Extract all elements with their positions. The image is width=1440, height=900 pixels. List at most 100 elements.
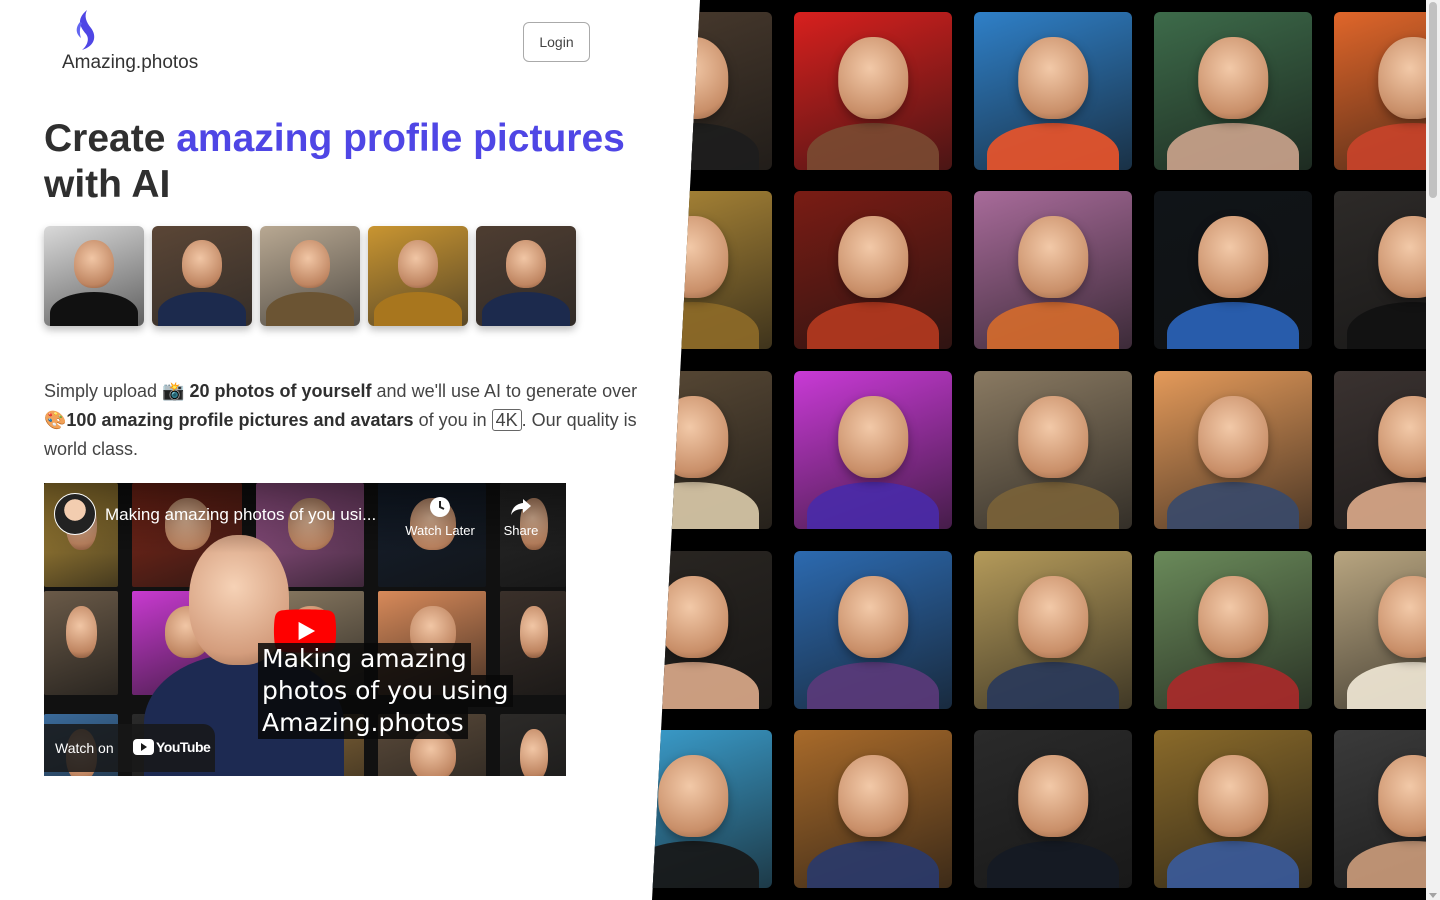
collage-face xyxy=(519,728,548,776)
avatar-body xyxy=(1166,301,1300,349)
thumbnail-body xyxy=(266,292,354,326)
caption-line-3: Amazing.photos xyxy=(258,707,468,739)
gallery-avatar xyxy=(794,730,952,888)
collage-face xyxy=(66,605,98,658)
gallery-avatar xyxy=(1154,551,1312,709)
avatar-body xyxy=(652,840,760,888)
gallery-avatar xyxy=(974,371,1132,529)
avatar-face xyxy=(1198,396,1268,479)
thumbnail-golden-warrior-portrait xyxy=(368,226,468,326)
gallery-avatar xyxy=(652,730,772,888)
gallery-avatar xyxy=(1154,371,1312,529)
avatar-body xyxy=(1166,481,1300,529)
gallery-avatar xyxy=(1334,12,1426,170)
thumbnail-military-portrait xyxy=(260,226,360,326)
avatar-body xyxy=(986,301,1120,349)
thumbnail-body xyxy=(158,292,246,326)
avatar-body xyxy=(806,481,940,529)
avatar-face xyxy=(1018,37,1088,120)
gallery-avatar xyxy=(1154,12,1312,170)
video-collage-tile xyxy=(44,591,118,695)
avatar-body xyxy=(1166,122,1300,170)
gallery-avatar xyxy=(794,551,952,709)
thumbnail-navy-uniform-portrait xyxy=(152,226,252,326)
avatar-body xyxy=(652,481,760,529)
share-label: Share xyxy=(503,523,539,538)
avatar-face xyxy=(1198,755,1268,838)
share-arrow-icon xyxy=(511,499,531,515)
avatar-face xyxy=(658,755,728,838)
page-scrollbar[interactable] xyxy=(1426,0,1440,900)
avatar-face xyxy=(658,37,728,120)
gallery-avatar xyxy=(1334,191,1426,349)
intro-text-2: and we'll use AI to generate over xyxy=(371,381,638,401)
headline-tail: with AI xyxy=(44,163,171,206)
avatar-face xyxy=(1198,216,1268,299)
avatar-body xyxy=(806,840,940,888)
avatar-body xyxy=(652,661,760,709)
watch-later-button[interactable]: Watch Later xyxy=(402,495,478,538)
avatar-face xyxy=(1018,216,1088,299)
intro-text-3: of you in xyxy=(413,410,492,430)
thumbnail-body xyxy=(50,292,138,326)
watch-on-label: Watch on xyxy=(55,740,114,756)
headline-accent: amazing profile pictures xyxy=(176,117,625,160)
gallery-avatar xyxy=(652,551,772,709)
gallery-avatar xyxy=(1154,730,1312,888)
scroll-down-arrow-icon[interactable] xyxy=(1429,893,1437,898)
intro-paragraph: Simply upload 📸 20 photos of yourself an… xyxy=(44,377,654,463)
thumbnail-navy-uniform-portrait-2 xyxy=(476,226,576,326)
channel-avatar[interactable] xyxy=(54,493,96,535)
camera-emoji-icon: 📸 xyxy=(162,381,185,402)
intro-bold-avatars: 100 amazing profile pictures and avatars xyxy=(66,410,414,430)
scrollbar-thumb[interactable] xyxy=(1429,2,1437,198)
avatar-face xyxy=(1198,576,1268,659)
gallery-avatar xyxy=(1334,730,1426,888)
thumbnail-face xyxy=(182,240,222,288)
caption-line-2: photos of you using xyxy=(258,675,513,707)
flame-logo-icon xyxy=(76,10,95,50)
avatar-body xyxy=(986,661,1120,709)
watch-later-label: Watch Later xyxy=(405,523,475,538)
gallery-avatar xyxy=(1334,551,1426,709)
palette-emoji-icon: 🎨 xyxy=(44,410,67,431)
avatar-face xyxy=(838,755,908,838)
gallery-avatar xyxy=(974,191,1132,349)
avatar-face xyxy=(838,576,908,659)
avatar-body xyxy=(806,661,940,709)
youtube-wordmark: YouTube xyxy=(156,739,211,755)
avatar-body xyxy=(806,301,940,349)
share-button[interactable]: Share xyxy=(500,495,542,538)
avatar-face xyxy=(838,37,908,120)
gallery-avatar xyxy=(974,12,1132,170)
avatar-face xyxy=(1018,576,1088,659)
resolution-badge: 4K xyxy=(491,409,522,431)
avatar-body xyxy=(986,840,1120,888)
avatar-body xyxy=(1166,661,1300,709)
collage-face xyxy=(519,605,548,658)
avatar-face xyxy=(658,216,728,299)
watch-on-youtube-button[interactable]: Watch on YouTube xyxy=(44,724,215,772)
login-button[interactable]: Login xyxy=(523,22,590,62)
gallery-avatar xyxy=(1154,191,1312,349)
thumbnail-face xyxy=(506,240,546,288)
avatar-body xyxy=(986,122,1120,170)
thumbnail-tuxedo-portrait xyxy=(44,226,144,326)
gallery-avatar xyxy=(974,730,1132,888)
site-logo[interactable]: Amazing.photos xyxy=(62,8,212,78)
intro-text-1: Simply upload xyxy=(44,381,163,401)
avatar-face xyxy=(1018,755,1088,838)
gallery-avatar xyxy=(652,191,772,349)
video-title[interactable]: Making amazing photos of you usi... xyxy=(105,505,376,525)
youtube-video-embed[interactable]: Making amazing photos of you usi... Watc… xyxy=(44,483,566,776)
clock-icon xyxy=(430,497,450,517)
avatar-body xyxy=(652,301,760,349)
avatar-face xyxy=(1018,396,1088,479)
avatar-body xyxy=(806,122,940,170)
avatar-face xyxy=(658,576,728,659)
youtube-logo-icon xyxy=(133,739,154,755)
thumbnail-face xyxy=(74,240,114,288)
gallery-avatar xyxy=(974,551,1132,709)
gallery-avatar xyxy=(794,12,952,170)
gallery-avatar xyxy=(794,191,952,349)
